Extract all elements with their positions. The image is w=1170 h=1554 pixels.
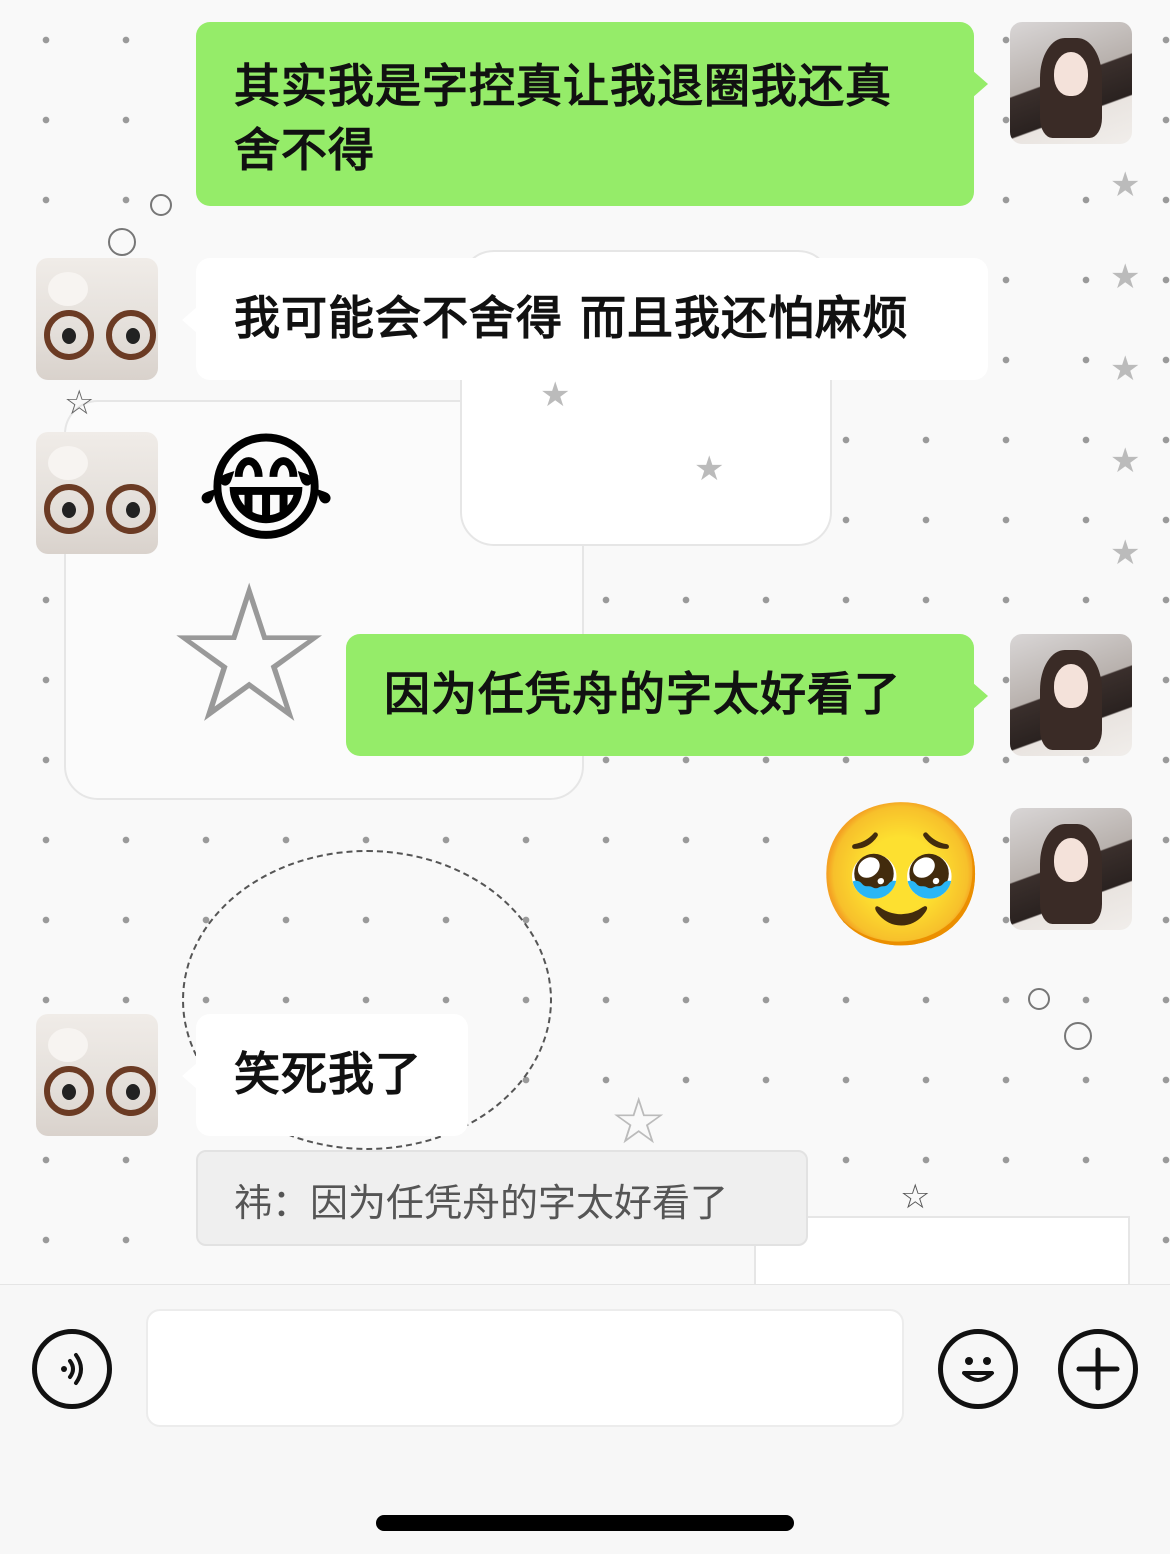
contact-avatar[interactable] [36,258,158,380]
input-bar [0,1284,1170,1554]
plus-icon [1076,1347,1120,1391]
my-avatar[interactable] [1010,634,1132,756]
my-avatar[interactable] [1010,808,1132,930]
emoji-message-holding-back-tears[interactable]: 🥹 [814,806,988,946]
avatar-ear [48,1028,88,1062]
avatar-eye [126,1084,140,1100]
message-bubble-sent[interactable]: 因为任凭舟的字太好看了 [346,634,988,756]
quoted-message[interactable]: 祎：因为任凭舟的字太好看了 [196,1150,808,1246]
emoji-message-tears-of-joy[interactable]: 😂 [196,430,336,550]
emoji-icon [962,1357,994,1382]
quoted-message-text: 祎：因为任凭舟的字太好看了 [234,1181,729,1225]
message-text: 其实我是字控真让我退圈我还真舍不得 [234,59,892,177]
message-input[interactable] [146,1309,904,1427]
message-text: 笑死我了 [234,1047,422,1101]
message-text: 因为任凭舟的字太好看了 [384,667,901,721]
more-button[interactable] [1058,1329,1138,1409]
message-bubble-sent[interactable]: 其实我是字控真让我退圈我还真舍不得 [196,22,988,206]
message-bubble-received[interactable]: 我可能会不舍得 而且我还怕麻烦 [182,258,988,380]
home-indicator[interactable] [376,1515,794,1531]
voice-button[interactable] [32,1329,112,1409]
avatar-eye [126,502,140,518]
chat-area[interactable]: 其实我是字控真让我退圈我还真舍不得 我可能会不舍得 而且我还怕麻烦 😂 因为任凭… [0,0,1170,1284]
message-text: 我可能会不舍得 而且我还怕麻烦 [234,291,910,345]
avatar-ear [48,446,88,480]
contact-avatar[interactable] [36,432,158,554]
avatar-face [1054,664,1088,708]
contact-avatar[interactable] [36,1014,158,1136]
avatar-eye [126,328,140,344]
emoji-button[interactable] [938,1329,1018,1409]
voice-icon [61,1353,83,1385]
avatar-eye [62,328,76,344]
avatar-face [1054,52,1088,96]
message-bubble-received[interactable]: 笑死我了 [182,1014,468,1136]
avatar-ear [48,272,88,306]
my-avatar[interactable] [1010,22,1132,144]
avatar-face [1054,838,1088,882]
avatar-eye [62,1084,76,1100]
avatar-eye [62,502,76,518]
